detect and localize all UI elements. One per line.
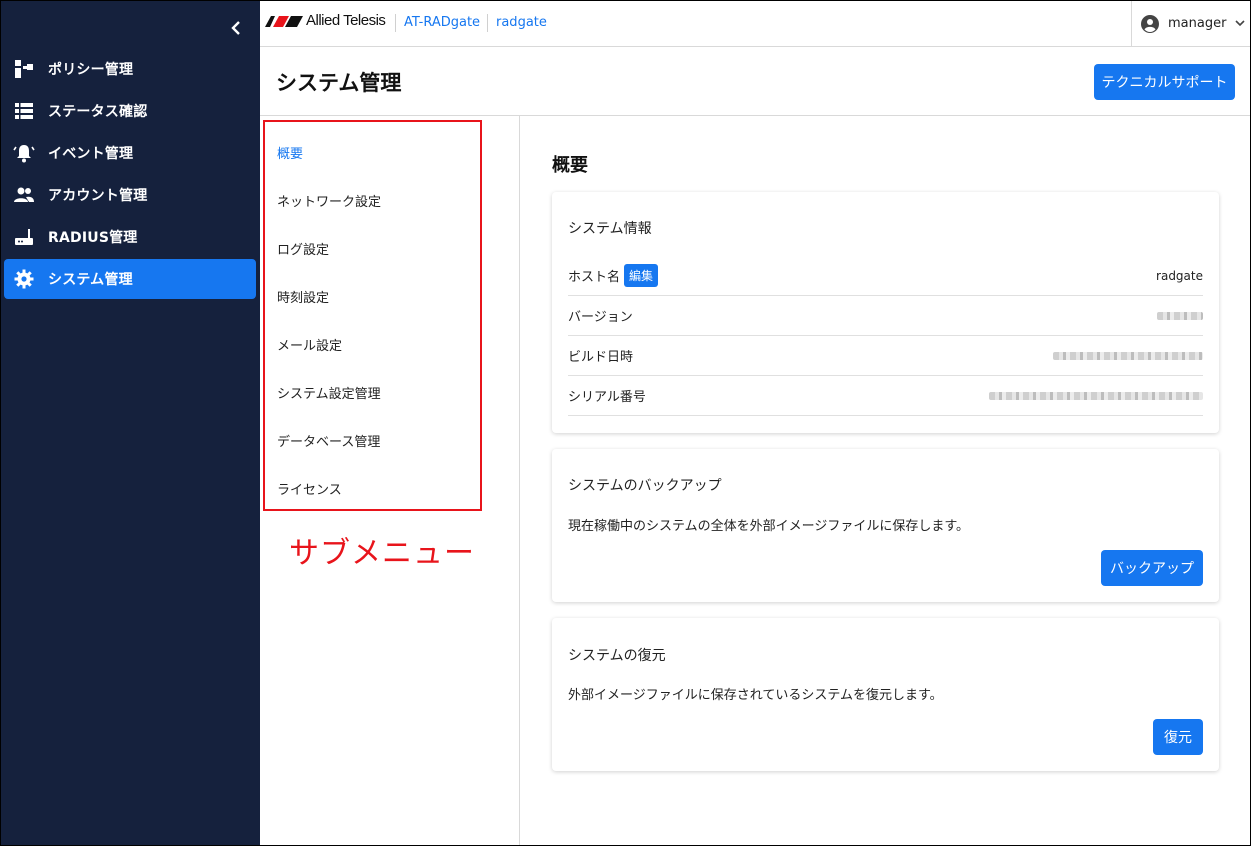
router-icon	[13, 226, 35, 248]
host-link[interactable]: radgate	[496, 15, 547, 30]
submenu-column: 概要 ネットワーク設定 ログ設定 時刻設定 メール設定 システム設定管理 データ…	[260, 116, 520, 846]
card-description: 外部イメージファイルに保存されているシステムを復元します。	[568, 688, 943, 703]
top-bar: Allied Telesis AT-RADgate radgate manage…	[260, 0, 1251, 47]
main-content: 概要 システム情報 ホスト名 編集 radgate バージョン ビルド日時 シリ…	[521, 116, 1251, 846]
page-title: システム管理	[276, 71, 402, 95]
sidebar-item-label: ポリシー管理	[48, 62, 134, 78]
info-row-version: バージョン	[568, 296, 1203, 336]
info-label: ビルド日時	[568, 350, 634, 365]
info-label: シリアル番号	[568, 390, 646, 405]
sidebar-item-policy[interactable]: ポリシー管理	[4, 49, 256, 89]
info-row-serial: シリアル番号	[568, 376, 1203, 416]
card-title: システムの復元	[568, 648, 666, 664]
blurred-value	[1053, 351, 1203, 360]
gear-icon	[13, 268, 35, 290]
section-title: 概要	[552, 155, 588, 176]
brand-logo: Allied Telesis	[265, 12, 386, 29]
sidebar-nav: ポリシー管理 ステータス確認 イベント管理 アカウント管理 RADIUS管理 シ…	[4, 49, 256, 301]
sidebar-collapse-button[interactable]	[224, 14, 248, 42]
submenu-item-system-config[interactable]: システム設定管理	[277, 383, 381, 402]
blurred-value	[989, 391, 1203, 400]
user-menu[interactable]: manager	[1131, 0, 1251, 47]
system-info-card: システム情報 ホスト名 編集 radgate バージョン ビルド日時 シリアル番…	[552, 192, 1219, 433]
submenu-item-time[interactable]: 時刻設定	[277, 287, 329, 306]
sidebar-item-label: ステータス確認	[48, 104, 148, 120]
account-circle-icon	[1141, 14, 1159, 33]
technical-support-button[interactable]: テクニカルサポート	[1094, 64, 1235, 100]
sidebar-item-label: アカウント管理	[48, 188, 148, 204]
backup-card: システムのバックアップ 現在稼働中のシステムの全体を外部イメージファイルに保存し…	[552, 449, 1219, 602]
backup-button[interactable]: バックアップ	[1101, 550, 1203, 586]
restore-card: システムの復元 外部イメージファイルに保存されているシステムを復元します。 復元	[552, 618, 1219, 771]
product-link[interactable]: AT-RADgate	[404, 15, 480, 30]
allied-telesis-logo-icon	[265, 15, 303, 27]
page-header: システム管理 テクニカルサポート	[260, 47, 1251, 116]
divider	[395, 14, 396, 32]
submenu-annotation: サブメニュー	[289, 536, 475, 571]
info-label: ホスト名	[568, 270, 621, 285]
card-description: 現在稼働中のシステムの全体を外部イメージファイルに保存します。	[568, 519, 970, 534]
info-row-build-date: ビルド日時	[568, 336, 1203, 376]
list-icon	[13, 100, 35, 122]
people-icon	[13, 184, 35, 206]
info-value: radgate	[1156, 268, 1203, 283]
sidebar-item-system[interactable]: システム管理	[4, 259, 256, 299]
user-name: manager	[1168, 16, 1227, 31]
submenu-item-log[interactable]: ログ設定	[277, 239, 329, 258]
sidebar-item-events[interactable]: イベント管理	[4, 133, 256, 173]
chevron-down-icon	[1235, 20, 1246, 27]
sidebar-item-status[interactable]: ステータス確認	[4, 91, 256, 131]
divider	[487, 14, 488, 32]
chevron-left-icon	[231, 21, 240, 35]
submenu-item-mail[interactable]: メール設定	[277, 335, 342, 354]
brand-name: Allied Telesis	[306, 12, 386, 29]
sidebar: ポリシー管理 ステータス確認 イベント管理 アカウント管理 RADIUS管理 シ…	[0, 0, 260, 846]
edit-hostname-button[interactable]: 編集	[624, 264, 659, 287]
sidebar-item-accounts[interactable]: アカウント管理	[4, 175, 256, 215]
bell-icon	[13, 142, 35, 164]
submenu-item-overview[interactable]: 概要	[277, 143, 303, 162]
policy-icon	[13, 58, 35, 80]
blurred-value	[1157, 311, 1203, 320]
submenu-item-license[interactable]: ライセンス	[277, 479, 342, 498]
submenu-item-database[interactable]: データベース管理	[277, 431, 380, 450]
sidebar-item-label: システム管理	[48, 272, 133, 288]
card-title: システム情報	[568, 221, 652, 237]
card-title: システムのバックアップ	[568, 478, 722, 494]
sidebar-item-label: イベント管理	[48, 146, 134, 162]
sidebar-item-label: RADIUS管理	[48, 230, 138, 246]
submenu-item-network[interactable]: ネットワーク設定	[277, 191, 381, 210]
info-label: バージョン	[568, 310, 633, 325]
info-row-hostname: ホスト名 編集 radgate	[568, 256, 1203, 296]
restore-button[interactable]: 復元	[1153, 719, 1203, 755]
submenu: 概要 ネットワーク設定 ログ設定 時刻設定 メール設定 システム設定管理 データ…	[263, 120, 482, 511]
sidebar-item-radius[interactable]: RADIUS管理	[4, 217, 256, 257]
